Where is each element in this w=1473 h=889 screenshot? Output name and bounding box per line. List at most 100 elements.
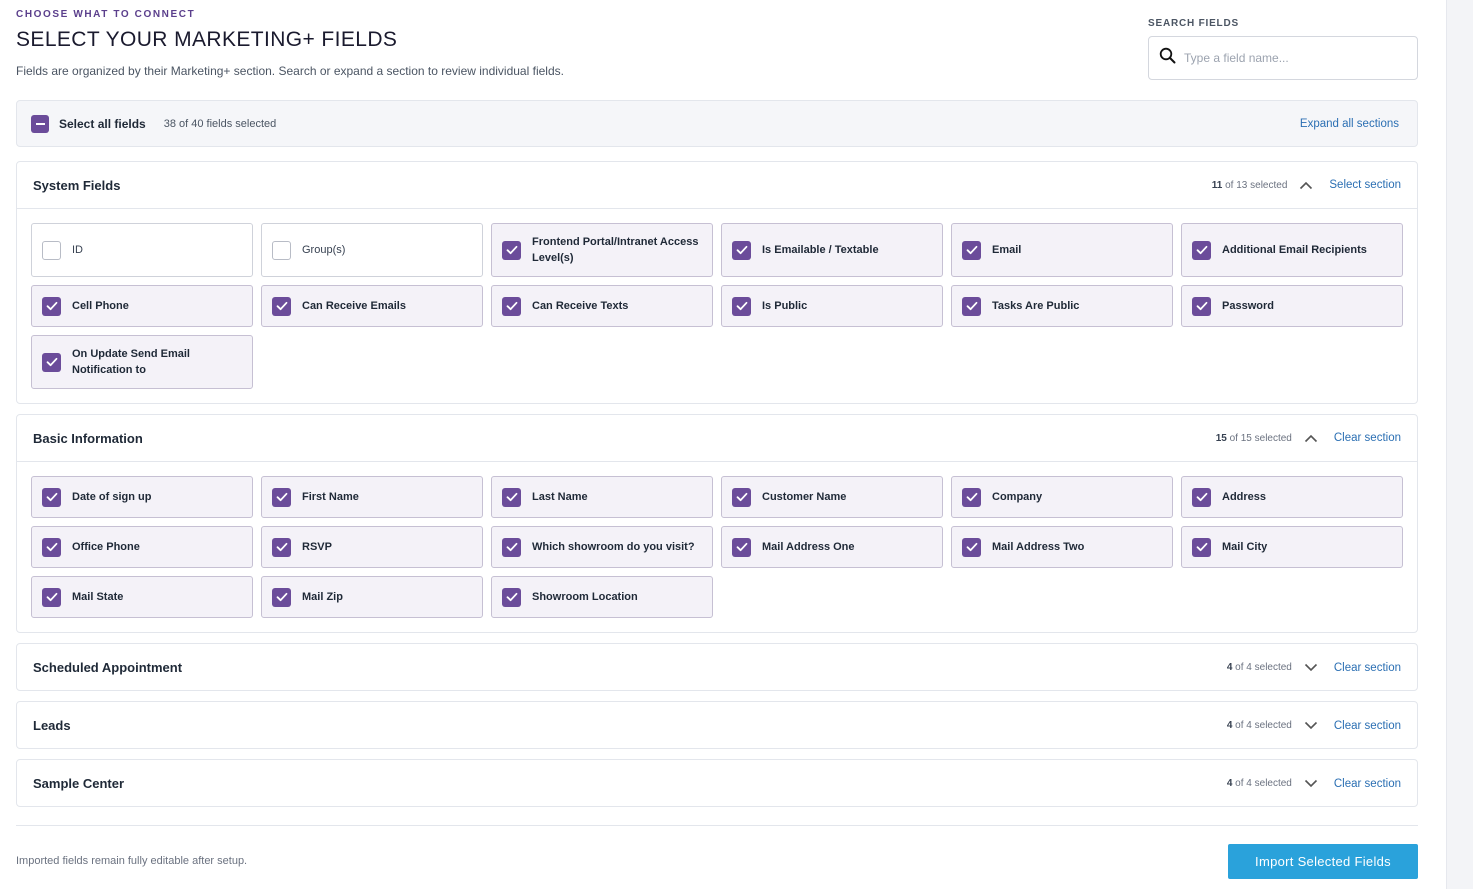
field-option[interactable]: Password: [1181, 285, 1403, 327]
field-option[interactable]: Can Receive Texts: [491, 285, 713, 327]
field-selection-page: CHOOSE WHAT TO CONNECT SELECT YOUR MARKE…: [0, 0, 1446, 889]
section-action-link[interactable]: Clear section: [1334, 720, 1401, 732]
field-option[interactable]: Mail Address One: [721, 526, 943, 568]
section-count-suffix: of 4 selected: [1232, 720, 1292, 731]
field-option[interactable]: Group(s): [261, 223, 483, 277]
field-checkbox[interactable]: [732, 537, 751, 557]
chevron-up-icon[interactable]: [1299, 181, 1313, 190]
chevron-down-icon[interactable]: [1304, 721, 1318, 730]
field-option[interactable]: Cell Phone: [31, 285, 253, 327]
section-count-suffix: of 15 selected: [1226, 432, 1292, 444]
section-action-link[interactable]: Clear section: [1334, 778, 1401, 790]
field-option[interactable]: Mail State: [31, 576, 253, 618]
field-option[interactable]: Office Phone: [31, 526, 253, 568]
section-header[interactable]: Leads 4 of 4 selected Clear section: [17, 702, 1417, 749]
field-checkbox[interactable]: [502, 487, 521, 507]
field-checkbox[interactable]: [1192, 240, 1211, 260]
field-label: Mail Address One: [762, 541, 855, 553]
section-header[interactable]: Basic Information 15 of 15 selected Clear …: [17, 415, 1417, 462]
checkmark-icon: [506, 301, 518, 311]
field-option[interactable]: On Update Send Email Notification to: [31, 335, 253, 389]
field-option[interactable]: Email: [951, 223, 1173, 277]
chevron-up-icon[interactable]: [1304, 434, 1318, 443]
field-checkbox[interactable]: [962, 296, 981, 316]
field-option[interactable]: Can Receive Emails: [261, 285, 483, 327]
chevron-down-icon[interactable]: [1304, 663, 1318, 672]
field-checkbox[interactable]: [502, 296, 521, 316]
field-option[interactable]: Company: [951, 476, 1173, 518]
select-all-checkbox[interactable]: [31, 114, 49, 133]
field-label: Company: [992, 491, 1043, 503]
field-checkbox[interactable]: [732, 296, 751, 316]
section-controls: 4 of 4 selected Clear section: [1227, 662, 1401, 674]
checkmark-icon: [1196, 301, 1208, 311]
field-checkbox[interactable]: [962, 240, 981, 260]
field-checkbox[interactable]: [272, 537, 291, 557]
section-header[interactable]: Scheduled Appointment 4 of 4 selected Clea…: [17, 644, 1417, 691]
minus-icon: [35, 122, 45, 125]
checkmark-icon: [506, 492, 518, 502]
chevron-down-icon[interactable]: [1304, 779, 1318, 788]
field-checkbox[interactable]: [1192, 487, 1211, 507]
field-checkbox[interactable]: [272, 296, 291, 316]
field-checkbox[interactable]: [272, 487, 291, 507]
field-option[interactable]: Is Emailable / Textable: [721, 223, 943, 277]
field-checkbox[interactable]: [42, 240, 61, 260]
checkmark-icon: [46, 592, 58, 602]
field-option[interactable]: Customer Name: [721, 476, 943, 518]
field-option[interactable]: RSVP: [261, 526, 483, 568]
field-checkbox[interactable]: [1192, 296, 1211, 316]
section-count-suffix: of 4 selected: [1232, 662, 1292, 673]
field-option[interactable]: Tasks Are Public: [951, 285, 1173, 327]
expand-all-link[interactable]: Expand all sections: [1300, 118, 1399, 130]
field-checkbox[interactable]: [272, 587, 291, 607]
field-checkbox[interactable]: [502, 537, 521, 557]
field-label: Password: [1222, 300, 1274, 312]
import-selected-fields-button[interactable]: Import Selected Fields: [1228, 844, 1418, 879]
field-checkbox[interactable]: [732, 240, 751, 260]
checkmark-icon: [736, 492, 748, 502]
field-checkbox[interactable]: [42, 296, 61, 316]
search-box[interactable]: [1148, 36, 1418, 80]
field-option[interactable]: Address: [1181, 476, 1403, 518]
field-option[interactable]: Mail Zip: [261, 576, 483, 618]
field-checkbox[interactable]: [42, 537, 61, 557]
field-option[interactable]: Last Name: [491, 476, 713, 518]
field-option[interactable]: Mail Address Two: [951, 526, 1173, 568]
search-input[interactable]: [1184, 51, 1404, 65]
section-header[interactable]: Sample Center 4 of 4 selected Clear sectio…: [17, 760, 1417, 807]
field-option[interactable]: Is Public: [721, 285, 943, 327]
field-checkbox[interactable]: [1192, 537, 1211, 557]
field-checkbox[interactable]: [272, 240, 291, 260]
field-option[interactable]: Which showroom do you visit?: [491, 526, 713, 568]
field-option[interactable]: Mail City: [1181, 526, 1403, 568]
field-checkbox[interactable]: [732, 487, 751, 507]
field-option[interactable]: Showroom Location: [491, 576, 713, 618]
section-action-link[interactable]: Clear section: [1334, 662, 1401, 674]
field-checkbox[interactable]: [42, 587, 61, 607]
select-all-label[interactable]: Select all fields: [59, 117, 146, 131]
field-checkbox[interactable]: [42, 487, 61, 507]
section-header[interactable]: System Fields 11 of 13 selected Select sec…: [17, 162, 1417, 209]
section-action-link[interactable]: Clear section: [1334, 432, 1401, 444]
field-label: Mail City: [1222, 541, 1268, 553]
field-option[interactable]: Frontend Portal/Intranet Access Level(s): [491, 223, 713, 277]
field-option[interactable]: ID: [31, 223, 253, 277]
field-option[interactable]: Date of sign up: [31, 476, 253, 518]
field-label: Email: [992, 244, 1022, 256]
field-checkbox[interactable]: [962, 487, 981, 507]
search-label: SEARCH FIELDS: [1148, 18, 1239, 29]
section-action-link[interactable]: Select section: [1329, 179, 1401, 191]
field-checkbox[interactable]: [502, 587, 521, 607]
field-checkbox[interactable]: [962, 537, 981, 557]
section-controls: 4 of 4 selected Clear section: [1227, 720, 1401, 732]
field-checkbox[interactable]: [502, 240, 521, 260]
section-2: Scheduled Appointment 4 of 4 selected Clea…: [16, 643, 1418, 691]
field-label: Frontend Portal/Intranet Access Level(s): [532, 236, 699, 264]
checkmark-icon: [506, 592, 518, 602]
field-label: RSVP: [302, 541, 332, 553]
field-checkbox[interactable]: [42, 352, 61, 372]
field-option[interactable]: Additional Email Recipients: [1181, 223, 1403, 277]
field-option[interactable]: First Name: [261, 476, 483, 518]
page-title: SELECT YOUR MARKETING+ FIELDS: [16, 28, 398, 51]
